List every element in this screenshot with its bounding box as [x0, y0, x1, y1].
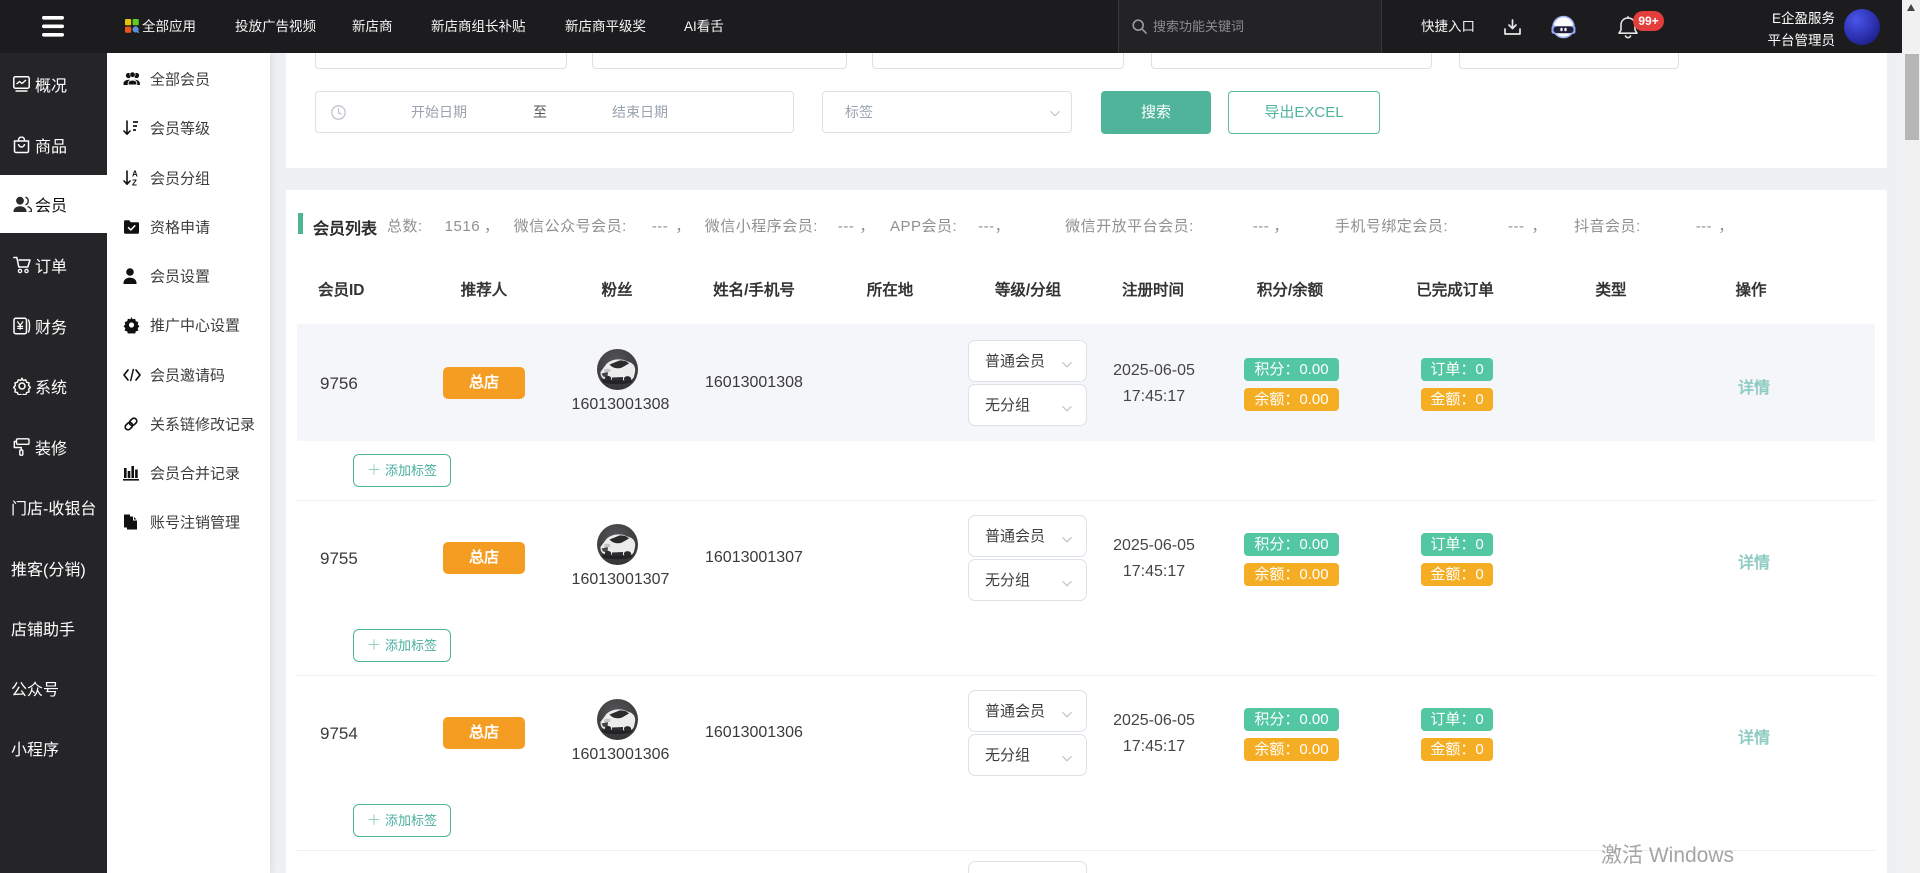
svg-text:Z: Z: [132, 179, 137, 187]
svg-text:A: A: [132, 170, 138, 179]
